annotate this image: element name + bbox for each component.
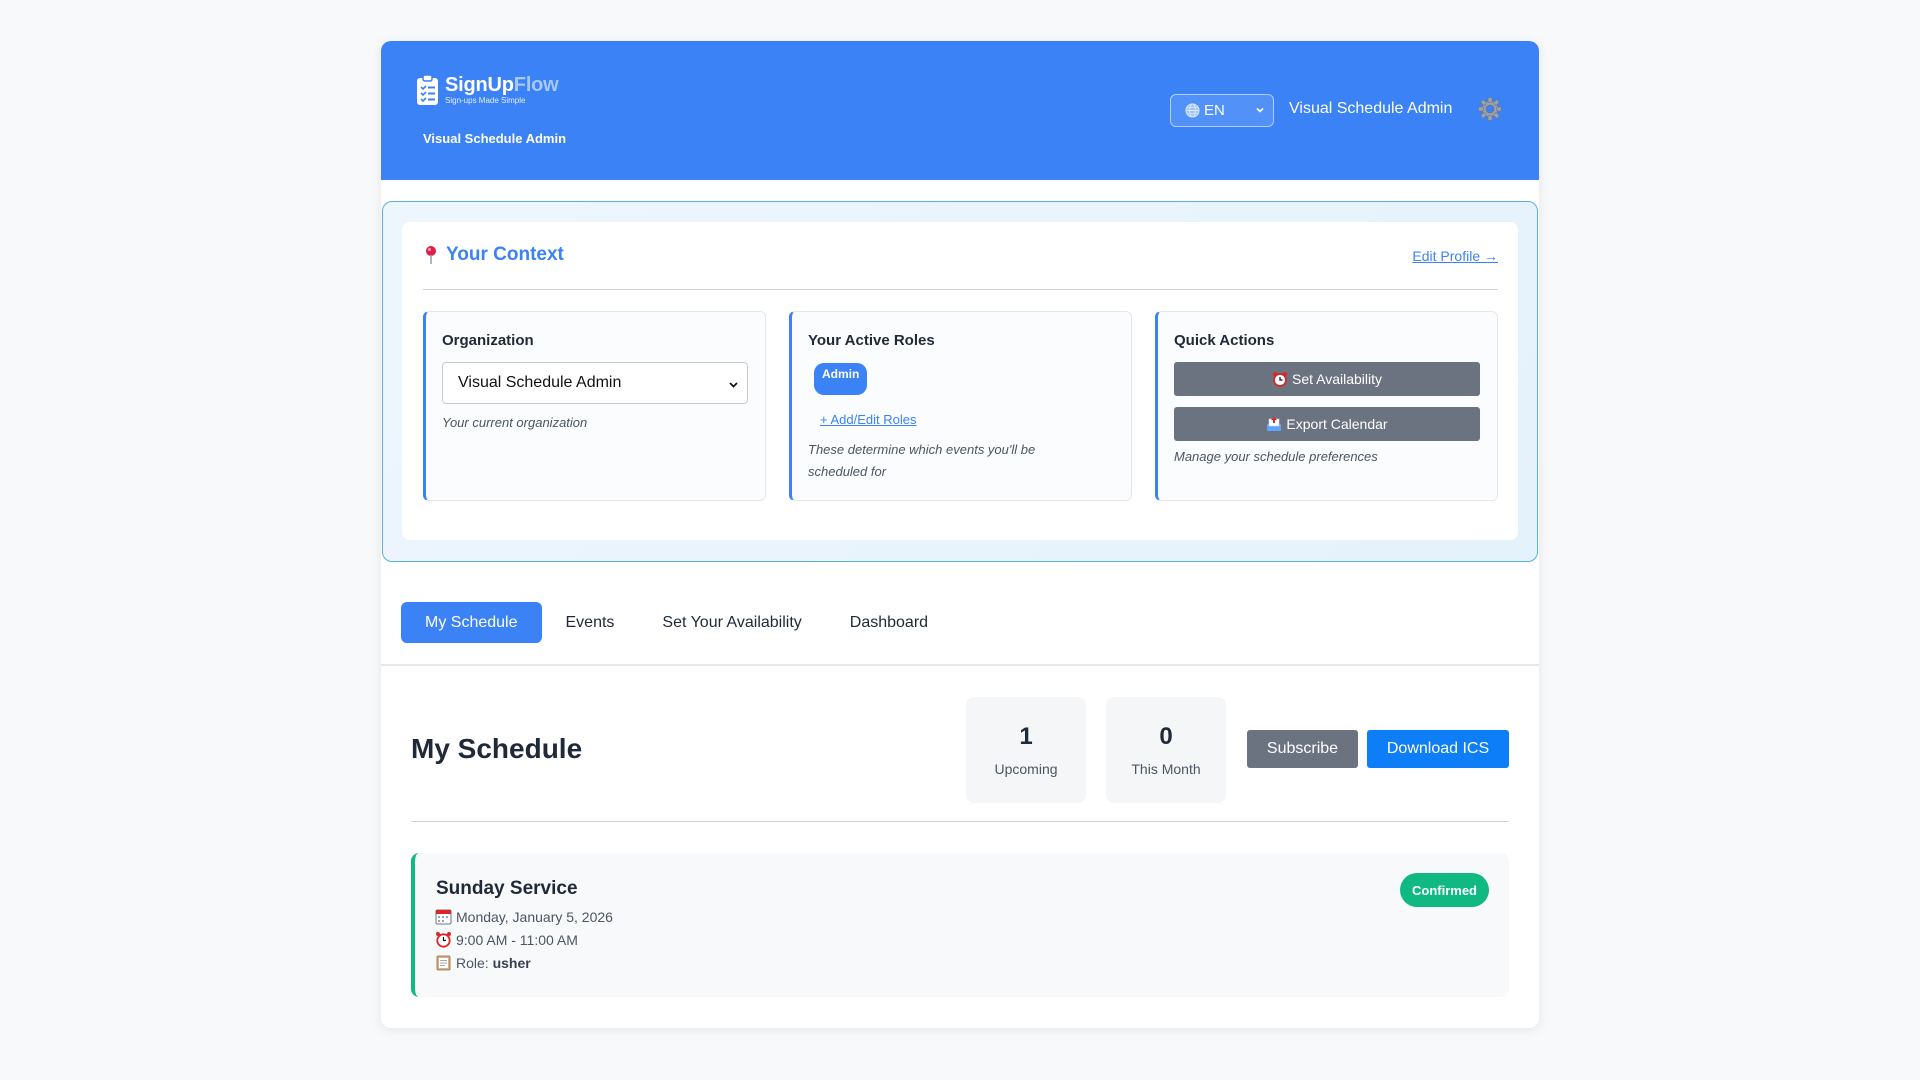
app-window: SignUpFlow Sign-ups Made Simple Visual S… (381, 41, 1539, 1028)
event-title: Sunday Service (436, 878, 578, 899)
chevron-down-icon (729, 382, 738, 388)
edit-profile-link[interactable]: Edit Profile → (1412, 248, 1498, 264)
tab-my-schedule[interactable]: My Schedule (401, 602, 542, 643)
event-role-value: usher (492, 954, 531, 971)
export-calendar-label: Export Calendar (1286, 416, 1388, 432)
context-inner: Your Context Edit Profile → Organization… (402, 222, 1518, 540)
pin-icon (426, 246, 436, 264)
event-card[interactable]: Sunday Service Monday, January 5, 2026 9… (411, 853, 1509, 997)
stat-upcoming-label: Upcoming (994, 761, 1058, 777)
set-availability-label: Set Availability (1291, 371, 1382, 387)
event-time: 9:00 AM - 11:00 AM (435, 931, 578, 948)
brand-accent: Flow (513, 74, 559, 96)
header: SignUpFlow Sign-ups Made Simple Visual S… (381, 41, 1539, 180)
tab-bar: My Schedule Events Set Your Availability… (401, 602, 952, 643)
add-edit-roles-link[interactable]: + Add/Edit Roles (820, 412, 916, 427)
brand-tagline: Sign-ups Made Simple (445, 96, 526, 105)
schedule-title: My Schedule (411, 733, 583, 764)
header-subtitle: Visual Schedule Admin (423, 131, 567, 146)
divider (423, 289, 1498, 290)
organization-select[interactable]: Visual Schedule Admin (442, 362, 748, 404)
export-calendar-button[interactable]: Export Calendar (1174, 407, 1480, 441)
event-date: Monday, January 5, 2026 (435, 908, 613, 925)
status-badge: Confirmed (1400, 873, 1489, 907)
alarm-clock-icon (436, 932, 451, 948)
schedule-divider (411, 821, 1509, 822)
roles-card: Your Active Roles Admin + Add/Edit Roles… (789, 311, 1132, 501)
calendar-icon (435, 909, 452, 925)
brand-main: SignUp (445, 74, 514, 96)
set-availability-button[interactable]: Set Availability (1174, 362, 1480, 396)
quick-actions-hint: Manage your schedule preferences (1174, 449, 1378, 464)
quick-actions-card: Quick Actions Set Availability Export Ca… (1155, 311, 1498, 501)
event-role-label: Role: (456, 954, 489, 971)
context-title: Your Context (423, 244, 564, 266)
tab-dashboard[interactable]: Dashboard (826, 602, 952, 643)
logo[interactable]: SignUpFlow Sign-ups Made Simple (416, 74, 559, 106)
organization-select-value: Visual Schedule Admin (458, 374, 622, 391)
event-role: Role: usher (435, 954, 531, 971)
logo-text: SignUpFlow Sign-ups Made Simple (445, 75, 559, 105)
subscribe-button[interactable]: Subscribe (1247, 730, 1358, 768)
stat-this-month-value: 0 (1159, 723, 1173, 750)
stat-this-month-label: This Month (1131, 761, 1201, 777)
clipboard-list-icon (417, 74, 438, 105)
outbox-tray-icon (1267, 417, 1282, 431)
context-title-text: Your Context (446, 244, 564, 265)
download-ics-button[interactable]: Download ICS (1367, 730, 1509, 768)
clipboard-icon (436, 955, 451, 971)
roles-title: Your Active Roles (808, 332, 935, 349)
globe-icon (1185, 103, 1200, 118)
alarm-clock-icon (1272, 372, 1287, 387)
roles-hint: These determine which events you'll be s… (808, 442, 1036, 479)
tab-events[interactable]: Events (542, 602, 639, 643)
stat-upcoming: 1 Upcoming (966, 697, 1086, 803)
user-name[interactable]: Visual Schedule Admin (1289, 100, 1452, 118)
organization-card: Organization Visual Schedule Admin Your … (423, 311, 766, 501)
language-select[interactable]: EN (1170, 94, 1274, 127)
stat-this-month: 0 This Month (1106, 697, 1226, 803)
tab-set-your-availability[interactable]: Set Your Availability (638, 602, 825, 643)
tabs-divider (381, 664, 1539, 666)
event-date-text: Monday, January 5, 2026 (456, 908, 613, 925)
stat-upcoming-value: 1 (1019, 723, 1033, 750)
event-time-text: 9:00 AM - 11:00 AM (456, 931, 578, 948)
role-badge: Admin (814, 363, 868, 395)
organization-hint: Your current organization (442, 415, 588, 430)
chevron-down-icon (1256, 107, 1264, 113)
quick-actions-title: Quick Actions (1174, 332, 1275, 349)
context-panel: Your Context Edit Profile → Organization… (382, 201, 1538, 562)
organization-title: Organization (442, 332, 534, 349)
language-value: EN (1204, 102, 1225, 119)
brand-name: SignUpFlow (445, 75, 559, 95)
gear-icon[interactable] (1477, 96, 1503, 122)
